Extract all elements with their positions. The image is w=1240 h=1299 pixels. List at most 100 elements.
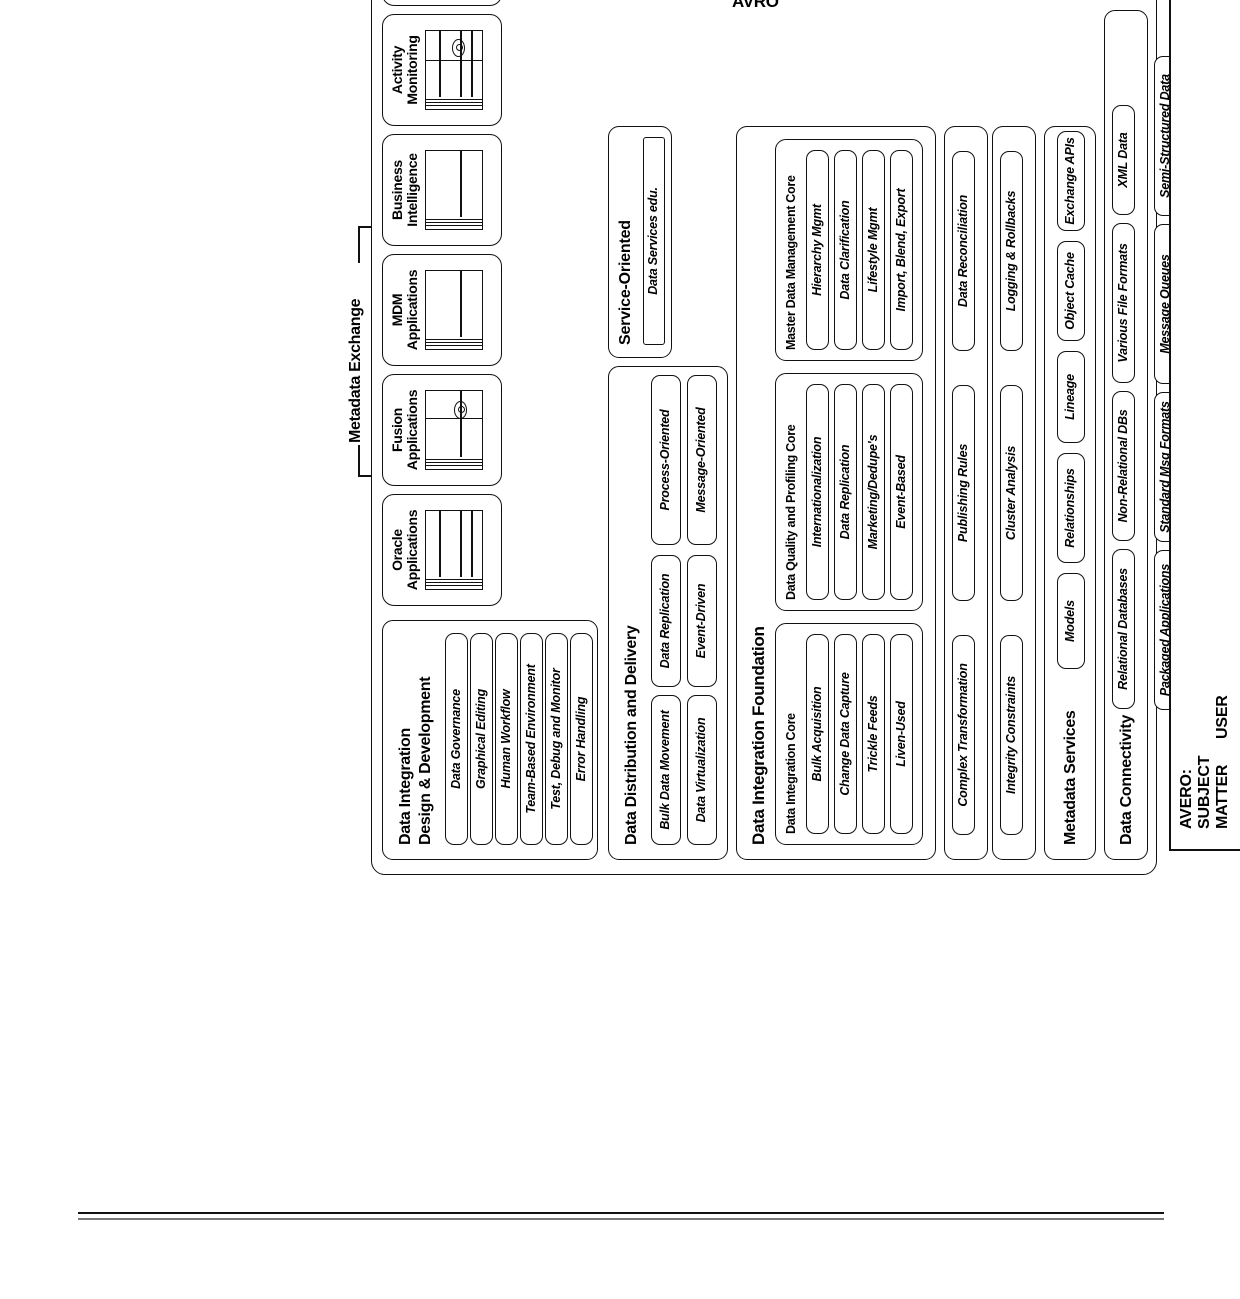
dqp-item-data-replication[interactable]: Data Replication — [834, 384, 857, 600]
app-box-mdm-applications[interactable]: MDM Applications — [382, 254, 502, 366]
app-box-fusion-applications[interactable]: Fusion Applications — [382, 374, 502, 486]
dic-item-bulk-acquisition[interactable]: Bulk Acquisition — [806, 634, 829, 834]
mdm-item-data-clarification[interactable]: Data Clarification — [834, 150, 857, 350]
mdm-item-logging-rollbacks[interactable]: Logging & Rollbacks — [1000, 151, 1023, 351]
panel-design-and-development: Data Integration Design & Development Da… — [382, 620, 598, 860]
dd2-item-data-replication[interactable]: Data Replication — [651, 555, 681, 687]
metadata-exchange-leader-h — [358, 445, 360, 477]
panel-data-integration-foundation: Data Integration Foundation Data Integra… — [736, 126, 936, 860]
panel-foundation-extra-row-2: Integrity Constraints Cluster Analysis L… — [992, 126, 1036, 860]
dqp-item-label: Event-Based — [893, 455, 908, 529]
mds-item-label: Lineage — [1063, 374, 1078, 420]
dc-item-various-file-formats[interactable]: Various File Formats — [1112, 223, 1135, 383]
avero-bar-line4: USER — [1214, 695, 1231, 739]
app-box-title-line1: MDM — [389, 293, 405, 327]
avro-label: AVRO — [732, 0, 779, 11]
mds-item-label: Object Cache — [1063, 252, 1078, 330]
panel-title-line1: Data Integration — [397, 728, 414, 845]
dqp-item-event-based[interactable]: Event-Based — [890, 384, 913, 600]
panel-title: Metadata Services — [1062, 710, 1079, 845]
app-box-title-line1: Activity — [389, 45, 405, 95]
dqp-item-internationalization[interactable]: Internationalization — [806, 384, 829, 600]
mdm-item-import-blend-export[interactable]: Import, Blend, Export — [890, 150, 913, 350]
mds-item-label: Models — [1063, 600, 1078, 642]
panel-foundation-extra-row: Complex Transformation Publishing Rules … — [944, 126, 988, 860]
dc-item-xml-data[interactable]: XML Data — [1112, 105, 1135, 215]
dd-item-human-workflow[interactable]: Human Workflow — [495, 633, 518, 845]
service-oriented-title: Service-Oriented — [617, 220, 634, 345]
dd-item-error-handling[interactable]: Error Handling — [570, 633, 593, 845]
dic-item-label: Integrity Constraints — [1003, 675, 1018, 795]
avero-bar-line3: MATTER — [1214, 764, 1231, 829]
panel-data-connectivity: Data Connectivity Relational Databases N… — [1104, 10, 1148, 860]
dqp-item-label: Internationalization — [809, 436, 824, 548]
mds-item-models[interactable]: Models — [1057, 573, 1085, 669]
panel-title-line2: Design & Development — [417, 676, 434, 845]
dd-item-test-debug-monitor[interactable]: Test, Debug and Monitor — [545, 633, 568, 845]
mds-item-exchange-apis[interactable]: Exchange APIs — [1057, 131, 1085, 231]
group-data-integration-core: Data Integration Core Bulk Acquisition C… — [775, 623, 923, 845]
dic-item-complex-transformation-row[interactable]: Complex Transformation — [952, 635, 975, 835]
mdm-item-label: Data Reconciliation — [955, 194, 970, 308]
dd-item-graphical-editing[interactable]: Graphical Editing — [470, 633, 493, 845]
dic-item-integrity-constraints[interactable]: Integrity Constraints — [1000, 635, 1023, 835]
window-screen-eye-icon — [425, 390, 484, 470]
dic-item-label: Liven-Used — [893, 701, 908, 767]
mds-item-label: Relationships — [1063, 468, 1078, 548]
app-box-title-line2: Applications — [404, 509, 421, 591]
dd2-item-label: Message-Oriented — [694, 407, 709, 513]
service-oriented-nested-data-services[interactable]: Data Services edu. — [643, 137, 665, 345]
app-box-title-line1: Fusion — [389, 407, 405, 453]
app-box-title-line1: Business — [389, 160, 405, 220]
panel-title: Data Integration Foundation — [749, 626, 768, 845]
dqp-item-label: Marketing/Dedupe's — [865, 434, 880, 550]
dic-item-change-data-capture[interactable]: Change Data Capture — [834, 634, 857, 834]
dqp-item-cluster-analysis[interactable]: Cluster Analysis — [1000, 385, 1023, 601]
app-box-business-intelligence[interactable]: Business Intelligence — [382, 134, 502, 246]
mdm-item-data-reconciliation-row[interactable]: Data Reconciliation — [952, 151, 975, 351]
group-title: Master Data Management Core — [784, 175, 798, 350]
group-service-oriented: Service-Oriented Data Services edu. — [608, 126, 672, 358]
metadata-exchange-leader-h2 — [358, 227, 360, 263]
app-box-activity-monitoring[interactable]: Activity Monitoring — [382, 14, 502, 126]
mdm-item-hierarchy-mgmt[interactable]: Hierarchy Mgmt — [806, 150, 829, 350]
dc-item-relational-databases[interactable]: Relational Databases — [1112, 549, 1135, 709]
dic-item-label: Complex Transformation — [955, 663, 970, 807]
mdm-item-label: Hierarchy Mgmt — [809, 204, 824, 296]
nested-label: Data Services edu. — [646, 187, 661, 295]
dqp-item-label: Data Replication — [837, 444, 852, 540]
app-box-oracle-applications[interactable]: Oracle Applications — [382, 494, 502, 606]
dd-item-label: Test, Debug and Monitor — [548, 668, 563, 810]
dd2-item-label: Data Replication — [658, 573, 673, 669]
mds-item-object-cache[interactable]: Object Cache — [1057, 241, 1085, 341]
dqp-item-marketing-dedupes[interactable]: Marketing/Dedupe's — [862, 384, 885, 600]
dqp-item-publishing-rules-row[interactable]: Publishing Rules — [952, 385, 975, 601]
dd-item-team-based-environment[interactable]: Team-Based Environment — [520, 633, 543, 845]
platform-outer-frame: Oracle Applications Fusion Applications … — [371, 0, 1177, 875]
dd2-item-label: Process-Oriented — [658, 409, 673, 511]
dd2-item-label: Data Virtualization — [694, 717, 709, 823]
app-box-title-line2: Intelligence — [404, 153, 421, 227]
mdm-item-label: Import, Blend, Export — [893, 188, 908, 312]
dd2-item-data-virtualization[interactable]: Data Virtualization — [687, 695, 717, 845]
dd-item-label: Team-Based Environment — [523, 664, 538, 814]
dd2-item-bulk-data-movement[interactable]: Bulk Data Movement — [651, 695, 681, 845]
mdm-item-lifestyle-mgmt[interactable]: Lifestyle Mgmt — [862, 150, 885, 350]
dd-item-data-governance[interactable]: Data Governance — [445, 633, 468, 845]
avero-bar-line2: SUBJECT — [1196, 755, 1213, 829]
mdm-item-label: Data Clarification — [837, 200, 852, 300]
dc-item-label: Relational Databases — [1115, 568, 1130, 690]
dd2-item-event-driven[interactable]: Event-Driven — [687, 555, 717, 687]
dc-item-non-relational-dbs[interactable]: Non-Relational DBs — [1112, 391, 1135, 541]
group-master-data-management-core: Master Data Management Core Hierarchy Mg… — [775, 139, 923, 361]
dd2-item-process-oriented[interactable]: Process-Oriented — [651, 375, 681, 545]
dic-item-trickle-feeds[interactable]: Trickle Feeds — [862, 634, 885, 834]
dd2-item-message-oriented[interactable]: Message-Oriented — [687, 375, 717, 545]
metadata-exchange-label: Metadata Exchange — [347, 298, 364, 443]
figure-body: Metadata Exchange Oracle Applications Fu… — [347, 0, 1240, 875]
dd-item-label: Human Workflow — [498, 689, 513, 789]
dic-item-liven-used[interactable]: Liven-Used — [890, 634, 913, 834]
mds-item-relationships[interactable]: Relationships — [1057, 453, 1085, 563]
mds-item-lineage[interactable]: Lineage — [1057, 351, 1085, 443]
app-box-sqa-platforms[interactable]: SQA Platforms — [382, 0, 502, 6]
